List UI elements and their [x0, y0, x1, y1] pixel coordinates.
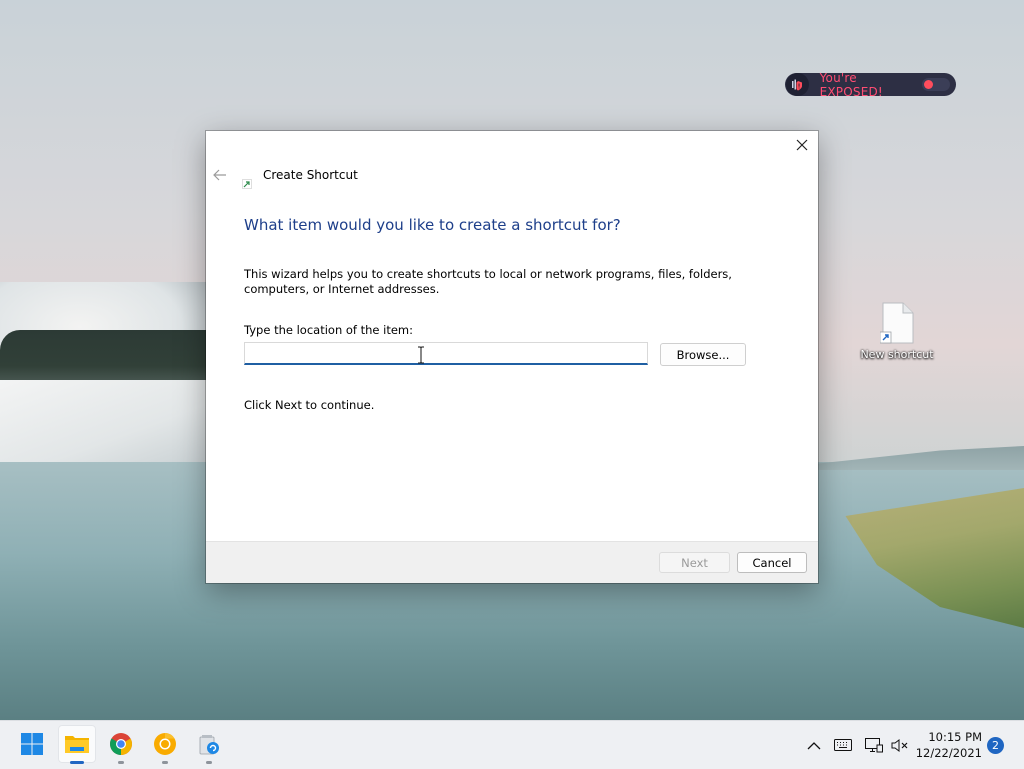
- input-indicator[interactable]: [831, 721, 855, 769]
- network-button[interactable]: [862, 721, 886, 769]
- taskbar-chrome-canary[interactable]: [146, 725, 184, 764]
- running-indicator: [118, 761, 124, 764]
- keyboard-icon: [834, 739, 852, 751]
- exposed-status-pill[interactable]: You're EXPOSED!: [785, 70, 956, 99]
- desktop-icon-label: New shortcut: [860, 348, 934, 361]
- notification-count-badge[interactable]: 2: [987, 737, 1004, 754]
- wallpaper-mountain: [814, 446, 1024, 470]
- cancel-button[interactable]: Cancel: [737, 552, 807, 573]
- back-button[interactable]: [212, 167, 228, 183]
- shortcut-file-icon: [879, 302, 914, 344]
- disk-cleanup-icon: [199, 735, 219, 755]
- wizard-title: Create Shortcut: [263, 168, 358, 182]
- active-indicator: [70, 761, 84, 764]
- show-hidden-icons-button[interactable]: [803, 721, 825, 769]
- taskbar-file-explorer[interactable]: [58, 725, 96, 764]
- running-indicator: [162, 761, 168, 764]
- wizard-description: This wizard helps you to create shortcut…: [244, 267, 732, 296]
- taskbar-disk-cleanup[interactable]: [190, 725, 228, 764]
- location-input[interactable]: [244, 342, 648, 365]
- continue-instruction: Click Next to continue.: [244, 398, 375, 412]
- back-arrow-icon: [213, 169, 226, 181]
- text-cursor-icon: [416, 346, 426, 364]
- page-heading: What item would you like to create a sho…: [244, 216, 621, 234]
- taskbar-clock[interactable]: 10:15 PM 12/22/2021: [916, 729, 982, 761]
- start-button[interactable]: [13, 725, 51, 763]
- close-button[interactable]: [786, 131, 818, 159]
- clock-date: 12/22/2021: [915, 746, 982, 760]
- chrome-icon: [110, 733, 132, 755]
- location-label: Type the location of the item:: [244, 323, 414, 337]
- chrome-canary-icon: [154, 733, 176, 755]
- taskbar-chrome[interactable]: [102, 725, 140, 764]
- exposed-toggle[interactable]: [922, 78, 950, 91]
- folder-icon: [65, 736, 89, 753]
- shield-alert-icon: [786, 73, 809, 96]
- browse-button[interactable]: Browse...: [660, 343, 746, 366]
- toggle-knob: [924, 80, 934, 89]
- network-icon: [865, 737, 883, 752]
- dialog-footer: Next Cancel: [206, 541, 818, 583]
- volume-button[interactable]: [888, 721, 912, 769]
- create-shortcut-dialog: Create Shortcut What item would you like…: [206, 131, 818, 583]
- chevron-up-icon: [807, 741, 821, 749]
- next-button[interactable]: Next: [659, 552, 730, 573]
- shortcut-wizard-icon: [242, 174, 252, 189]
- desktop-icon-new-shortcut[interactable]: New shortcut: [858, 300, 936, 361]
- close-icon: [796, 139, 808, 151]
- volume-muted-icon: [891, 738, 908, 752]
- windows-start-icon: [21, 733, 43, 755]
- taskbar: 10:15 PM 12/22/2021 2: [0, 720, 1024, 769]
- running-indicator: [206, 761, 212, 764]
- wallpaper-snow: [0, 380, 210, 470]
- exposed-status-text: You're EXPOSED!: [819, 70, 883, 99]
- clock-time: 10:15 PM: [928, 730, 982, 744]
